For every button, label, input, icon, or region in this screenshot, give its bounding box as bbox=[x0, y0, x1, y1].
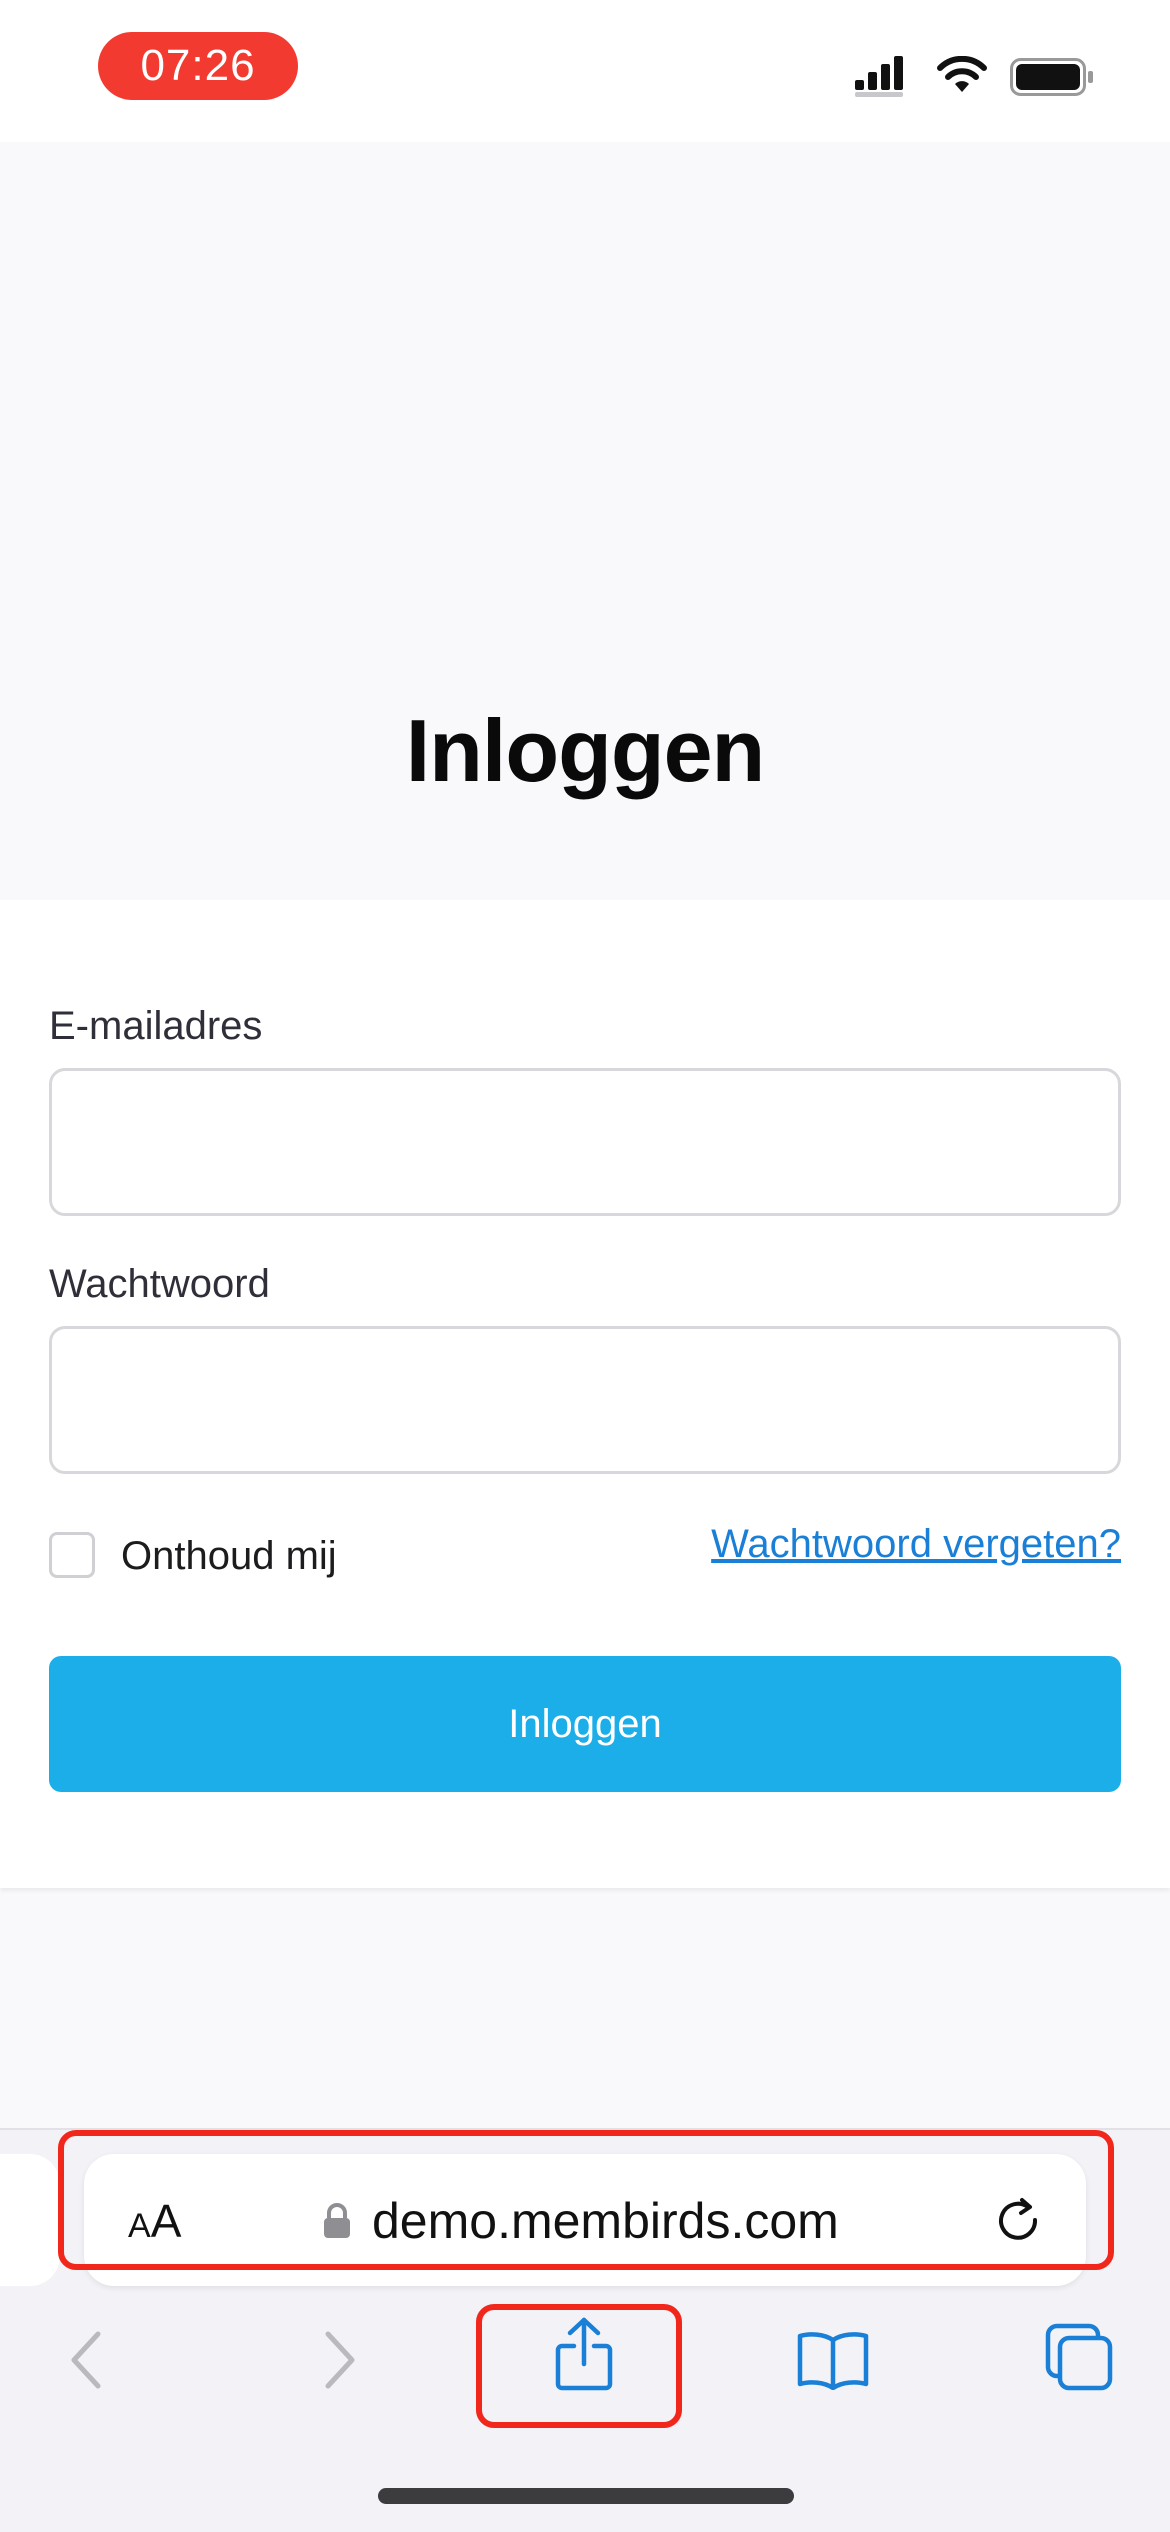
back-icon[interactable] bbox=[64, 2328, 108, 2392]
tabs-icon[interactable] bbox=[1044, 2322, 1114, 2392]
email-label: E-mailadres bbox=[49, 1004, 263, 1048]
address-bar[interactable]: AA demo.membirds.com bbox=[84, 2154, 1086, 2286]
remember-label: Onthoud mij bbox=[121, 1534, 337, 1578]
status-bar: 07:26 bbox=[0, 0, 1170, 142]
login-button[interactable]: Inloggen bbox=[49, 1656, 1121, 1792]
bookmarks-icon[interactable] bbox=[796, 2330, 870, 2390]
url-text: demo.membirds.com bbox=[372, 2193, 839, 2249]
lock-icon bbox=[324, 2203, 350, 2238]
text-size-small-glyph: A bbox=[128, 2207, 151, 2245]
page-title: Inloggen bbox=[405, 701, 766, 800]
text-size-button[interactable]: AA bbox=[128, 2194, 181, 2248]
password-label: Wachtwoord bbox=[49, 1262, 270, 1306]
status-time: 07:26 bbox=[98, 32, 298, 100]
home-indicator bbox=[378, 2488, 794, 2504]
wifi-icon bbox=[937, 56, 987, 92]
text-size-big-glyph: A bbox=[150, 2195, 182, 2247]
forward-icon[interactable] bbox=[318, 2328, 362, 2392]
previous-tab-preview[interactable] bbox=[0, 2154, 60, 2286]
reload-icon[interactable] bbox=[992, 2194, 1044, 2246]
forgot-password-link[interactable]: Wachtwoord vergeten? bbox=[711, 1522, 1121, 1567]
signal-icon bbox=[855, 56, 903, 97]
password-field[interactable] bbox=[49, 1326, 1121, 1474]
battery-icon bbox=[1010, 58, 1093, 96]
remember-checkbox[interactable] bbox=[49, 1532, 95, 1578]
share-icon[interactable] bbox=[552, 2316, 616, 2392]
email-field[interactable] bbox=[49, 1068, 1121, 1216]
login-card: E-mailadres Wachtwoord Onthoud mij Wacht… bbox=[0, 900, 1170, 1888]
